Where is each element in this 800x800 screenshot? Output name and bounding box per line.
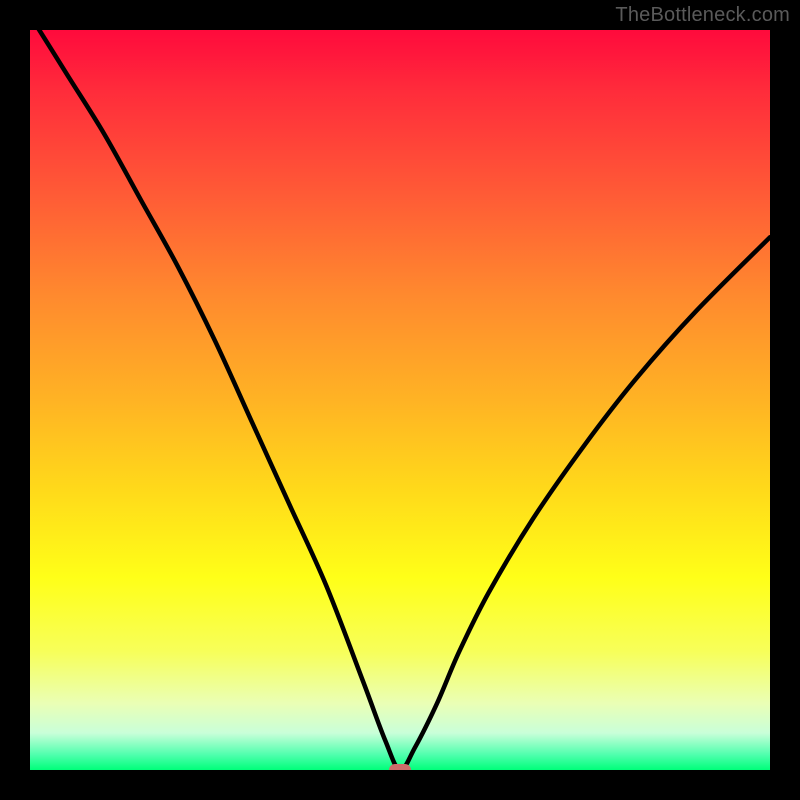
bottleneck-curve <box>30 30 770 770</box>
chart-frame: TheBottleneck.com <box>0 0 800 800</box>
watermark-text: TheBottleneck.com <box>615 4 790 27</box>
minimum-marker <box>389 764 411 770</box>
plot-area <box>30 30 770 770</box>
